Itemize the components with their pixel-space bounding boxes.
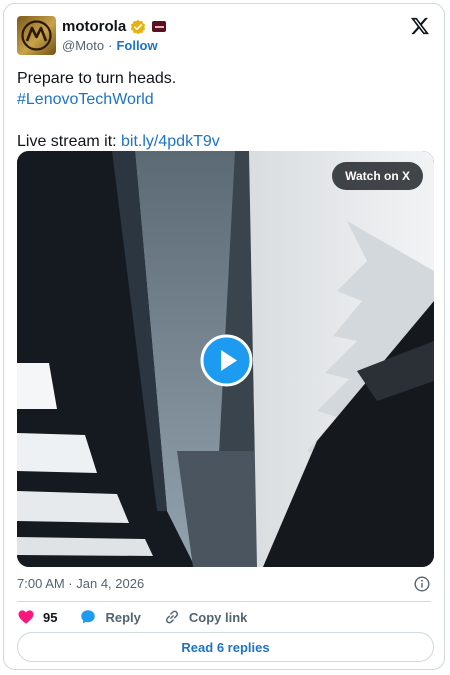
info-icon[interactable] <box>414 576 430 592</box>
live-stream-link[interactable]: bit.ly/4pdkT9v <box>121 133 220 150</box>
reply-button[interactable]: Reply <box>79 608 141 626</box>
live-stream-prefix: Live stream it: <box>17 133 122 150</box>
account-name[interactable]: motorola <box>62 18 126 35</box>
handle-row: @Moto · Follow <box>62 38 158 53</box>
avatar[interactable] <box>17 16 56 55</box>
read-replies-button[interactable]: Read 6 replies <box>17 632 434 662</box>
lenovo-affiliate-badge-icon[interactable] <box>152 21 167 32</box>
copy-link-button[interactable]: Copy link <box>163 608 248 626</box>
reply-bubble-icon <box>81 610 96 624</box>
motorola-logo-icon <box>21 20 52 51</box>
x-logo-icon[interactable] <box>410 16 430 36</box>
account-name-row: motorola <box>62 18 167 35</box>
live-stream-line: Live stream it: bit.ly/4pdkT9v <box>17 131 220 152</box>
play-icon[interactable] <box>200 334 253 387</box>
tweet-text: Prepare to turn heads. #LenovoTechWorld … <box>17 68 220 152</box>
like-count: 95 <box>43 609 58 625</box>
action-bar: 95 Reply Copy link <box>17 608 269 626</box>
separator-dot: · <box>108 38 113 53</box>
reply-label: Reply <box>105 609 141 625</box>
like-button[interactable]: 95 <box>17 608 57 626</box>
watch-on-x-button[interactable]: Watch on X <box>332 162 423 190</box>
hashtag-link[interactable]: #LenovoTechWorld <box>17 89 220 110</box>
video-player[interactable]: Watch on X <box>17 151 434 567</box>
heart-icon <box>18 610 34 624</box>
divider <box>17 601 431 602</box>
tweet-card: motorola @Moto · Follow Prepare to turn … <box>3 3 445 670</box>
account-handle[interactable]: @Moto <box>62 38 104 53</box>
tweet-line: Prepare to turn heads. <box>17 70 177 87</box>
gold-verified-badge-icon <box>131 19 146 34</box>
timestamp[interactable]: 7:00 AM · Jan 4, 2026 <box>17 576 144 591</box>
copy-link-label: Copy link <box>188 609 248 625</box>
link-icon <box>165 610 178 624</box>
follow-button[interactable]: Follow <box>116 38 157 53</box>
